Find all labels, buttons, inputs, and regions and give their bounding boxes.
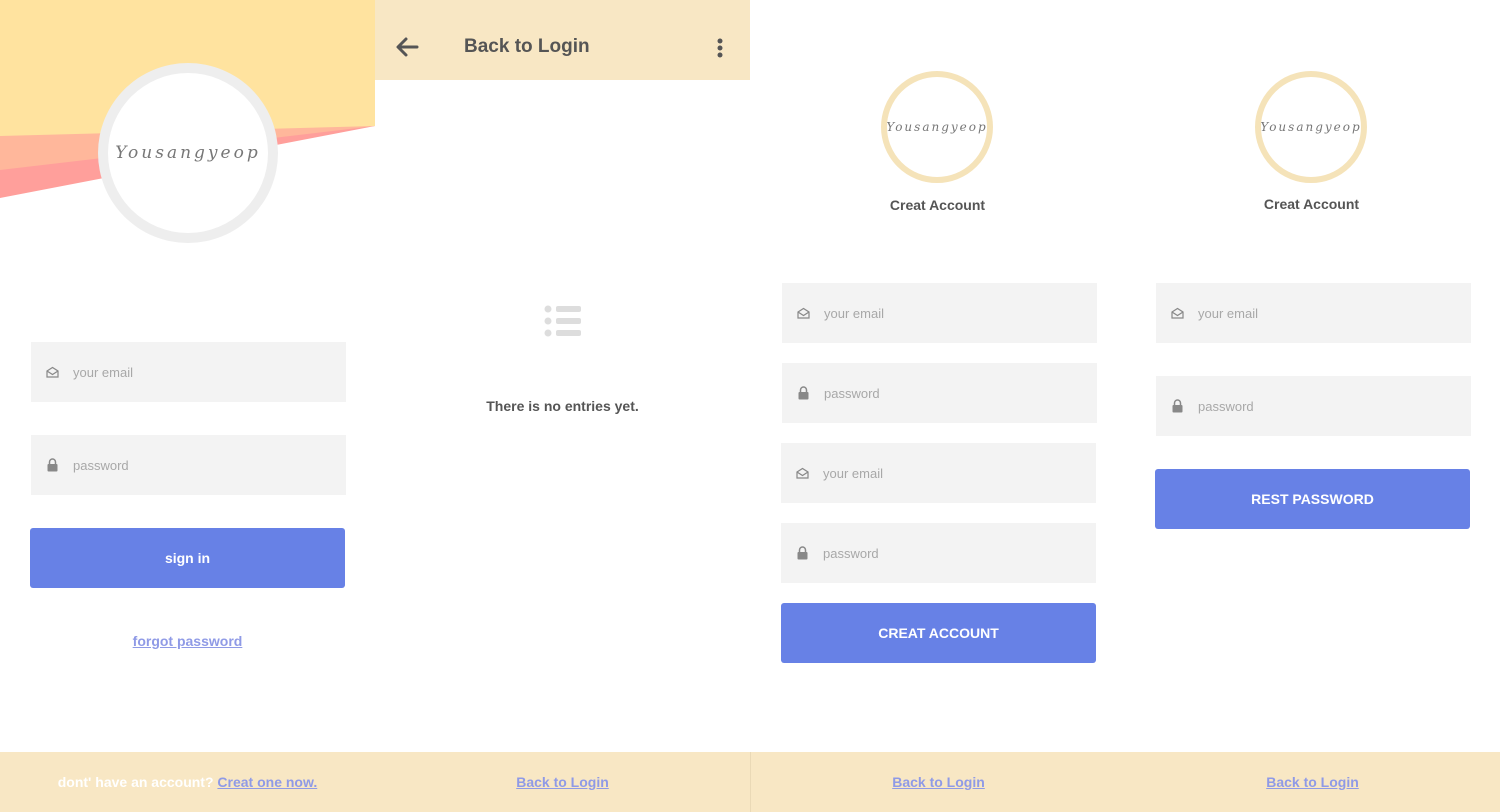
password-input[interactable] [1198, 398, 1438, 414]
password-input-2[interactable] [823, 545, 1063, 561]
password-input[interactable] [73, 457, 313, 473]
password-field-2[interactable] [781, 523, 1096, 583]
email-field-2[interactable] [781, 443, 1096, 503]
email-input[interactable] [73, 364, 313, 380]
email-input-2[interactable] [823, 465, 1063, 481]
app-bar-title: Back to Login [464, 36, 590, 57]
sign-in-button[interactable]: sign in [30, 528, 345, 588]
create-account-link[interactable]: Creat one now. [217, 774, 317, 790]
back-to-login-link[interactable]: Back to Login [516, 774, 609, 790]
login-footer: dont' have an account? Creat one now. [0, 752, 375, 812]
create-footer: Back to Login [750, 752, 1125, 812]
back-to-login-link[interactable]: Back to Login [892, 774, 985, 790]
email-input[interactable] [1198, 305, 1438, 321]
logo: Yousangyeop [98, 63, 278, 243]
email-input[interactable] [824, 305, 1064, 321]
create-account-button[interactable]: CREAT ACCOUNT [781, 603, 1096, 663]
list-icon [544, 305, 582, 342]
reset-password-button[interactable]: REST PASSWORD [1155, 469, 1470, 529]
mail-icon [796, 306, 810, 320]
email-field[interactable] [782, 283, 1097, 343]
password-field[interactable] [1156, 376, 1471, 436]
reset-password-screen: Yousangyeop Creat Account REST PASSWORD … [1125, 0, 1500, 812]
mail-icon [45, 365, 59, 379]
empty-screen: Back to Login There is no entries yet. B… [375, 0, 750, 812]
mail-icon [1170, 306, 1184, 320]
mail-icon [795, 466, 809, 480]
reset-footer: Back to Login [1125, 752, 1500, 812]
email-field[interactable] [31, 342, 346, 402]
password-field[interactable] [782, 363, 1097, 423]
back-arrow-icon[interactable] [395, 36, 419, 63]
email-field[interactable] [1156, 283, 1471, 343]
logo-text: Yousangyeop [115, 143, 261, 163]
back-to-login-link[interactable]: Back to Login [1266, 774, 1359, 790]
logo-text: Yousangyeop [886, 120, 988, 134]
app-bar: Back to Login [375, 0, 750, 80]
password-input[interactable] [824, 385, 1064, 401]
create-account-screen: Yousangyeop Creat Account CREAT ACCOUNT … [750, 0, 1125, 812]
lock-icon [1170, 399, 1184, 413]
password-field[interactable] [31, 435, 346, 495]
login-screen: Yousangyeop sign in forgot password dont… [0, 0, 375, 812]
logo: Yousangyeop [881, 71, 993, 183]
more-vert-icon[interactable] [717, 38, 723, 63]
page-title: Creat Account [889, 197, 986, 213]
footer-prompt: dont' have an account? [57, 774, 214, 790]
page-title: Creat Account [1263, 196, 1360, 212]
lock-icon [796, 386, 810, 400]
empty-footer: Back to Login [375, 752, 750, 812]
lock-icon [795, 546, 809, 560]
logo-text: Yousangyeop [1260, 120, 1362, 134]
lock-icon [45, 458, 59, 472]
logo: Yousangyeop [1255, 71, 1367, 183]
forgot-password-link[interactable]: forgot password [133, 633, 243, 649]
empty-message: There is no entries yet. [486, 398, 639, 414]
